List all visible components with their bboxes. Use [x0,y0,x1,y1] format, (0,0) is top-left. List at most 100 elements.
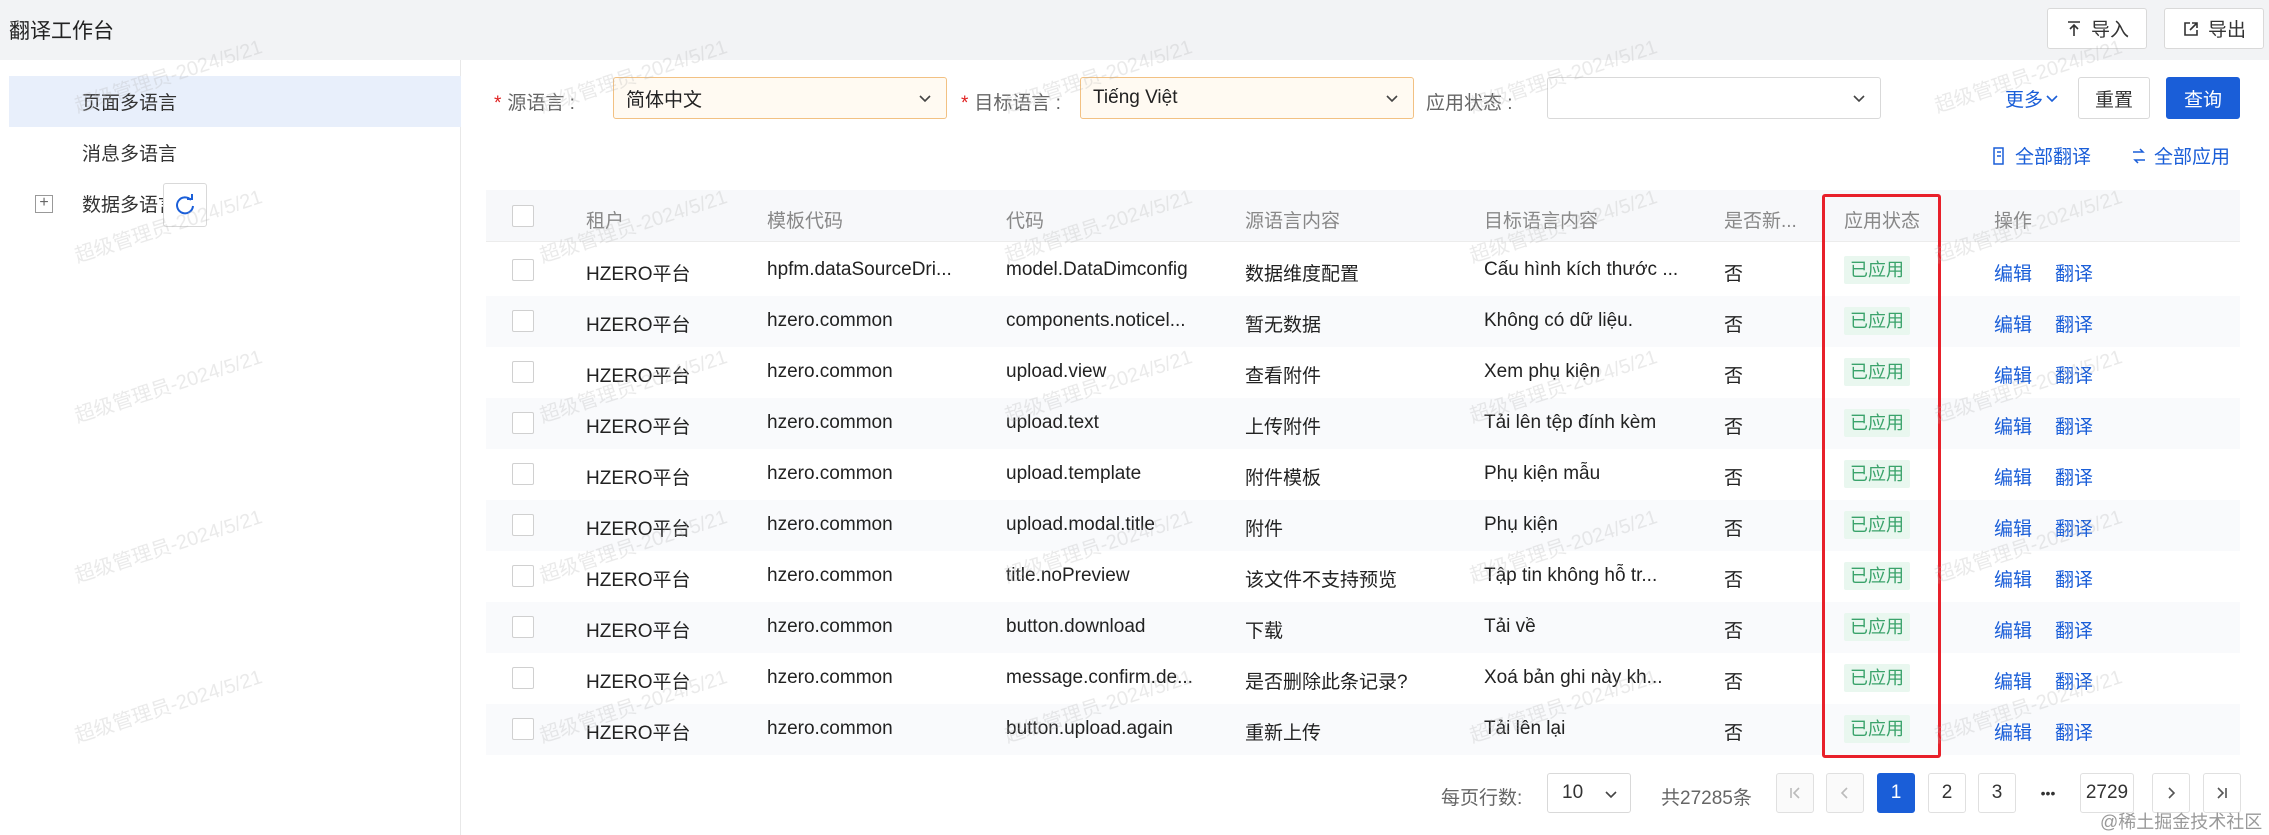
cell-tenant: HZERO平台 [586,570,691,591]
cell-target-content: Phụ kiện mẫu [1484,463,1601,484]
translate-link[interactable]: 翻译 [2055,361,2093,388]
translate-link[interactable]: 翻译 [2055,463,2093,490]
import-button[interactable]: 导入 [2047,8,2147,49]
cell-target-content: Xoá bản ghi này kh... [1484,667,1663,688]
col-source-content[interactable]: 源语言内容 [1245,206,1340,233]
edit-link[interactable]: 编辑 [1994,361,2032,388]
cell-is-new: 否 [1724,264,1744,285]
edit-link[interactable]: 编辑 [1994,565,2032,592]
page-button-2[interactable]: 2 [1928,773,1966,813]
page-button-1[interactable]: 1 [1877,773,1915,813]
sidebar-item-data-i18n[interactable]: + 数据多语言 [9,178,461,229]
table-row[interactable]: HZERO平台 hpfm.dataSourceDri... model.DataDi… [486,245,2240,296]
edit-link[interactable]: 编辑 [1994,616,2032,643]
translate-link[interactable]: 翻译 [2055,514,2093,541]
row-checkbox[interactable] [512,667,534,689]
row-checkbox[interactable] [512,718,534,740]
table-row[interactable]: HZERO平台 hzero.common message.confirm.de...… [486,653,2240,704]
col-code[interactable]: 代码 [1006,206,1044,233]
select-all-checkbox[interactable] [512,205,534,227]
prev-page-button[interactable] [1826,773,1864,813]
reset-button[interactable]: 重置 [2078,77,2150,119]
edit-link[interactable]: 编辑 [1994,259,2032,286]
table-row[interactable]: HZERO平台 hzero.common upload.template 附件模板 Ph… [486,449,2240,500]
cell-template-code: hzero.common [767,310,893,331]
table-row[interactable]: HZERO平台 hzero.common components.noticel...… [486,296,2240,347]
edit-link[interactable]: 编辑 [1994,718,2032,745]
cell-source-content: 查看附件 [1245,366,1322,387]
row-checkbox[interactable] [512,616,534,638]
table-row[interactable]: HZERO平台 hzero.common upload.view 查看附件 Xem ph… [486,347,2240,398]
chevron-down-icon [1605,791,1617,799]
last-page-arrow-button[interactable] [2203,773,2241,813]
cell-template-code: hzero.common [767,718,893,739]
translate-link[interactable]: 翻译 [2055,616,2093,643]
translate-link[interactable]: 翻译 [2055,565,2093,592]
col-tenant[interactable]: 租户 [586,206,624,233]
apply-all-link[interactable]: 全部应用 [2130,142,2230,169]
chevron-left-icon [1840,787,1848,799]
table-row[interactable]: HZERO平台 hzero.common upload.text 上传附件 Tải lê… [486,398,2240,449]
query-button[interactable]: 查询 [2166,77,2240,119]
translate-link[interactable]: 翻译 [2055,259,2093,286]
last-page-button[interactable]: 2729 [2080,773,2134,813]
highlight-box [1822,194,1941,758]
source-lang-select[interactable]: 简体中文 [613,77,947,119]
more-pages-ellipsis[interactable]: ••• [2029,773,2067,813]
chevron-down-icon [2046,95,2058,103]
col-is-new[interactable]: 是否新... [1724,206,1797,233]
row-checkbox[interactable] [512,361,534,383]
table-row[interactable]: HZERO平台 hzero.common title.noPreview 该文件不支持… [486,551,2240,602]
sidebar: 页面多语言 消息多语言 + 数据多语言 [9,60,461,835]
translate-link[interactable]: 翻译 [2055,667,2093,694]
translate-link[interactable]: 翻译 [2055,310,2093,337]
row-checkbox[interactable] [512,463,534,485]
export-button[interactable]: 导出 [2164,8,2264,49]
row-checkbox[interactable] [512,565,534,587]
sidebar-item-label: 页面多语言 [82,93,178,114]
cell-code: button.upload.again [1006,718,1173,739]
table-row[interactable]: HZERO平台 hzero.common upload.modal.title 附件 P… [486,500,2240,551]
edit-link[interactable]: 编辑 [1994,514,2032,541]
first-page-button[interactable] [1776,773,1814,813]
edit-link[interactable]: 编辑 [1994,463,2032,490]
cell-is-new: 否 [1724,519,1744,540]
more-filters-button[interactable]: 更多 [2002,77,2062,119]
target-lang-value: Tiếng Việt [1093,87,1178,108]
table-row[interactable]: HZERO平台 hzero.common button.upload.again 重新… [486,704,2240,755]
source-watermark: @稀土掘金技术社区 [2100,812,2263,832]
row-checkbox[interactable] [512,412,534,434]
edit-link[interactable]: 编辑 [1994,310,2032,337]
sidebar-item-page-i18n[interactable]: 页面多语言 [9,76,461,127]
cell-is-new: 否 [1724,417,1744,438]
page-size-select[interactable]: 10 [1547,773,1631,813]
row-checkbox[interactable] [512,310,534,332]
apply-sync-icon [2133,147,2145,164]
cell-source-content: 附件模板 [1245,468,1322,489]
row-checkbox[interactable] [512,514,534,536]
cell-code: message.confirm.de... [1006,667,1193,688]
translate-all-link[interactable]: 全部翻译 [1991,142,2091,169]
cell-target-content: Không có dữ liệu. [1484,310,1633,331]
row-checkbox[interactable] [512,259,534,281]
translate-doc-icon [1993,146,2004,165]
col-template-code[interactable]: 模板代码 [767,206,843,233]
cell-tenant: HZERO平台 [586,417,691,438]
cell-code: upload.modal.title [1006,514,1155,535]
cell-source-content: 暂无数据 [1245,315,1322,336]
target-lang-select[interactable]: Tiếng Việt [1080,77,1414,119]
cell-template-code: hzero.common [767,463,893,484]
expand-plus-icon[interactable]: + [35,194,53,213]
col-target-content[interactable]: 目标语言内容 [1484,206,1598,233]
cell-source-content: 重新上传 [1245,723,1322,744]
edit-link[interactable]: 编辑 [1994,667,2032,694]
page-button-3[interactable]: 3 [1978,773,2016,813]
refresh-button[interactable] [163,183,207,227]
next-page-button[interactable] [2152,773,2190,813]
translate-link[interactable]: 翻译 [2055,412,2093,439]
sidebar-item-message-i18n[interactable]: 消息多语言 [9,127,461,178]
translate-link[interactable]: 翻译 [2055,718,2093,745]
edit-link[interactable]: 编辑 [1994,412,2032,439]
table-row[interactable]: HZERO平台 hzero.common button.download 下载 Tải … [486,602,2240,653]
status-filter-select[interactable] [1547,77,1881,119]
